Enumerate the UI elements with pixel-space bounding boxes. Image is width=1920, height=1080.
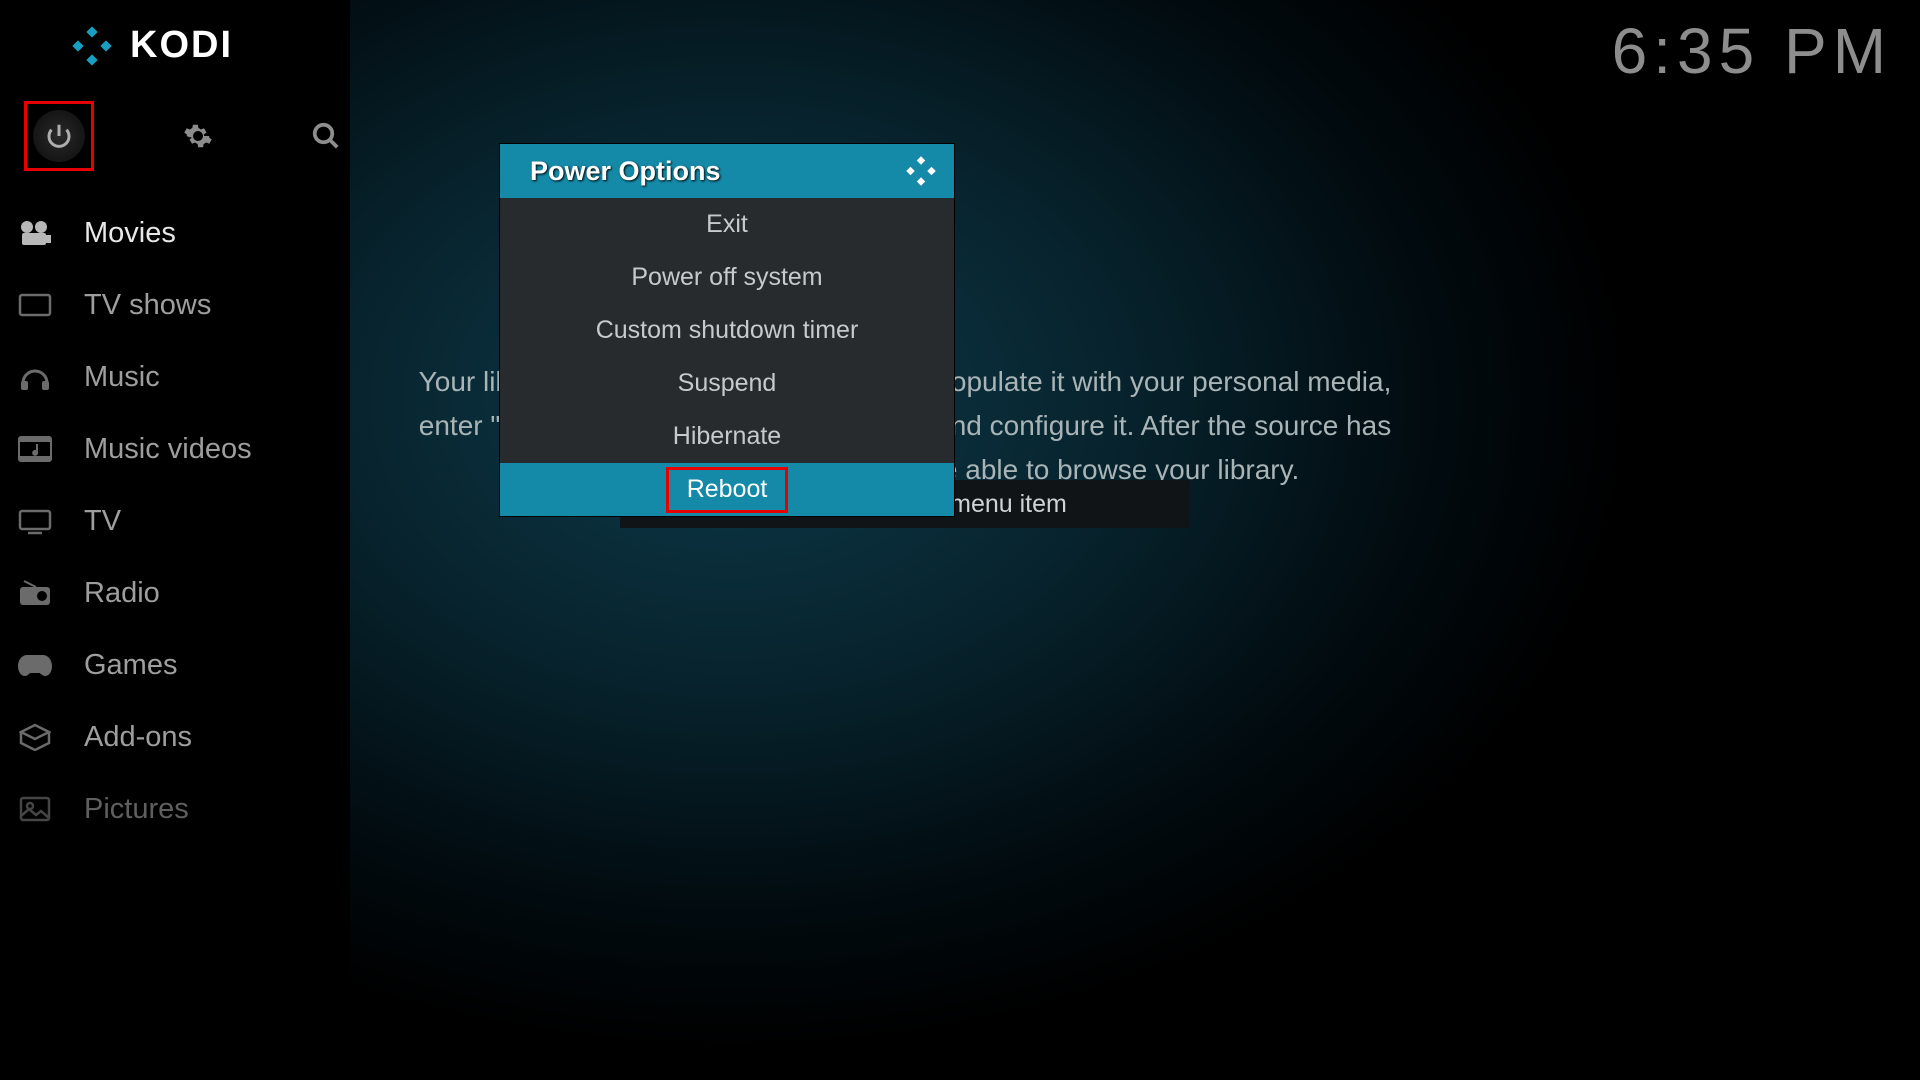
menu-item-radio[interactable]: Radio (14, 557, 350, 629)
musicvideos-icon (14, 435, 56, 463)
power-option-reboot[interactable]: Reboot (500, 463, 954, 516)
main-menu: Movies TV shows Music Music videos TV (0, 197, 350, 845)
annotation-highlight-power (24, 101, 94, 171)
menu-label: Games (84, 649, 177, 682)
sidebar: KODI Movies (0, 0, 350, 1080)
power-options-dialog: Power Options Exit Power off system Cust… (500, 144, 954, 516)
power-option-suspend[interactable]: Suspend (500, 357, 954, 410)
search-button[interactable] (302, 110, 350, 162)
power-button[interactable] (33, 110, 85, 162)
tvshows-icon (14, 292, 56, 318)
annotation-highlight-reboot: Reboot (666, 467, 789, 513)
music-icon (14, 363, 56, 391)
addons-icon (14, 723, 56, 751)
menu-item-pictures[interactable]: Pictures (14, 773, 350, 845)
pictures-icon (14, 796, 56, 822)
dialog-options: Exit Power off system Custom shutdown ti… (500, 198, 954, 516)
dialog-option-label: Reboot (687, 475, 768, 504)
power-option-poweroff[interactable]: Power off system (500, 251, 954, 304)
menu-label: Music videos (84, 433, 252, 466)
menu-item-music[interactable]: Music (14, 341, 350, 413)
dialog-header: Power Options (500, 144, 954, 198)
menu-label: Movies (84, 217, 176, 250)
kodi-logo-icon (72, 26, 112, 66)
movies-icon (14, 220, 56, 246)
menu-label: TV shows (84, 289, 211, 322)
menu-label: Pictures (84, 793, 189, 826)
settings-button[interactable] (174, 110, 222, 162)
app-logo: KODI (0, 0, 350, 85)
tv-icon (14, 507, 56, 535)
gear-icon (183, 121, 213, 151)
menu-item-tvshows[interactable]: TV shows (14, 269, 350, 341)
menu-item-tv[interactable]: TV (14, 485, 350, 557)
search-icon (311, 121, 341, 151)
menu-item-movies[interactable]: Movies (14, 197, 350, 269)
power-option-hibernate[interactable]: Hibernate (500, 410, 954, 463)
clock: 6:35 PM (1612, 14, 1892, 88)
menu-item-musicvideos[interactable]: Music videos (14, 413, 350, 485)
power-option-shutdowntimer[interactable]: Custom shutdown timer (500, 304, 954, 357)
menu-label: Radio (84, 577, 160, 610)
menu-label: TV (84, 505, 121, 538)
menu-label: Add-ons (84, 721, 192, 754)
power-option-exit[interactable]: Exit (500, 198, 954, 251)
power-icon (44, 121, 74, 151)
menu-item-games[interactable]: Games (14, 629, 350, 701)
menu-label: Music (84, 361, 160, 394)
radio-icon (14, 579, 56, 607)
brand-name: KODI (130, 24, 233, 67)
kodi-logo-icon (906, 156, 936, 186)
dialog-title: Power Options (530, 156, 721, 187)
menu-item-addons[interactable]: Add-ons (14, 701, 350, 773)
games-icon (14, 653, 56, 677)
